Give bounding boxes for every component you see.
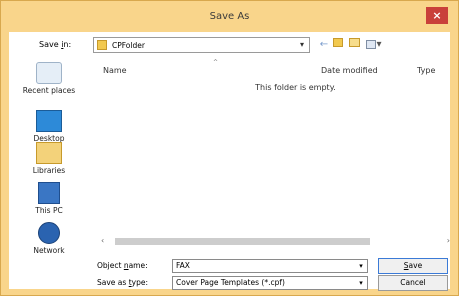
- save-as-dialog: Save As × Save in: CPFolder ▾ ← ▾ Recent…: [0, 0, 459, 296]
- place-this-pc[interactable]: This PC: [9, 182, 89, 215]
- place-network[interactable]: Network: [9, 222, 89, 255]
- column-header-name[interactable]: Name: [103, 66, 127, 75]
- folder-icon: [97, 40, 107, 50]
- sort-indicator-icon: ^: [213, 59, 219, 66]
- chevron-down-icon[interactable]: ▾: [296, 39, 308, 51]
- place-recent-places[interactable]: Recent places: [9, 62, 89, 95]
- desktop-icon: [36, 110, 62, 132]
- place-label: Libraries: [32, 166, 66, 175]
- back-icon[interactable]: ←: [319, 38, 329, 52]
- recent-places-icon: [36, 62, 62, 84]
- window-title: Save As: [209, 11, 250, 22]
- place-desktop[interactable]: Desktop: [9, 110, 89, 143]
- save-in-value: CPFolder: [112, 41, 145, 50]
- dialog-body: Save in: CPFolder ▾ ← ▾ Recent places De…: [9, 32, 450, 291]
- save-as-type-value: Cover Page Templates (*.cpf): [176, 278, 285, 287]
- network-icon: [38, 222, 60, 244]
- object-name-value: FAX: [176, 261, 190, 270]
- column-header-type[interactable]: Type: [417, 66, 435, 75]
- close-button[interactable]: ×: [426, 7, 448, 24]
- place-label: Recent places: [22, 86, 76, 95]
- scroll-right-icon[interactable]: ›: [447, 236, 450, 245]
- cancel-button[interactable]: Cancel: [378, 275, 448, 291]
- object-name-input[interactable]: FAX ▾: [172, 259, 368, 273]
- new-folder-icon[interactable]: [347, 38, 361, 52]
- save-in-dropdown[interactable]: CPFolder ▾: [93, 37, 310, 53]
- libraries-icon: [36, 142, 62, 164]
- this-pc-icon: [38, 182, 60, 204]
- scroll-left-icon[interactable]: ‹: [101, 236, 104, 245]
- place-libraries[interactable]: Libraries: [9, 142, 89, 175]
- save-button[interactable]: Save: [378, 258, 448, 274]
- file-list[interactable]: ^ Name Date modified Type This folder is…: [93, 59, 450, 252]
- save-in-label: Save in:: [39, 40, 72, 49]
- chevron-down-icon[interactable]: ▾: [356, 260, 366, 272]
- place-label: This PC: [35, 206, 63, 215]
- horizontal-scrollbar[interactable]: ‹ ›: [93, 236, 450, 248]
- scroll-thumb[interactable]: [115, 238, 370, 245]
- place-label: Network: [33, 246, 65, 255]
- up-folder-icon[interactable]: [332, 38, 344, 52]
- view-menu-icon[interactable]: ▾: [364, 38, 384, 52]
- save-as-type-label: Save as type:: [97, 278, 148, 287]
- save-as-type-dropdown[interactable]: Cover Page Templates (*.cpf) ▾: [172, 276, 368, 290]
- object-name-label: Object name:: [97, 261, 148, 270]
- empty-folder-message: This folder is empty.: [255, 83, 336, 92]
- chevron-down-icon[interactable]: ▾: [356, 277, 366, 289]
- title-bar[interactable]: Save As ×: [1, 1, 458, 33]
- column-header-date-modified[interactable]: Date modified: [321, 66, 378, 75]
